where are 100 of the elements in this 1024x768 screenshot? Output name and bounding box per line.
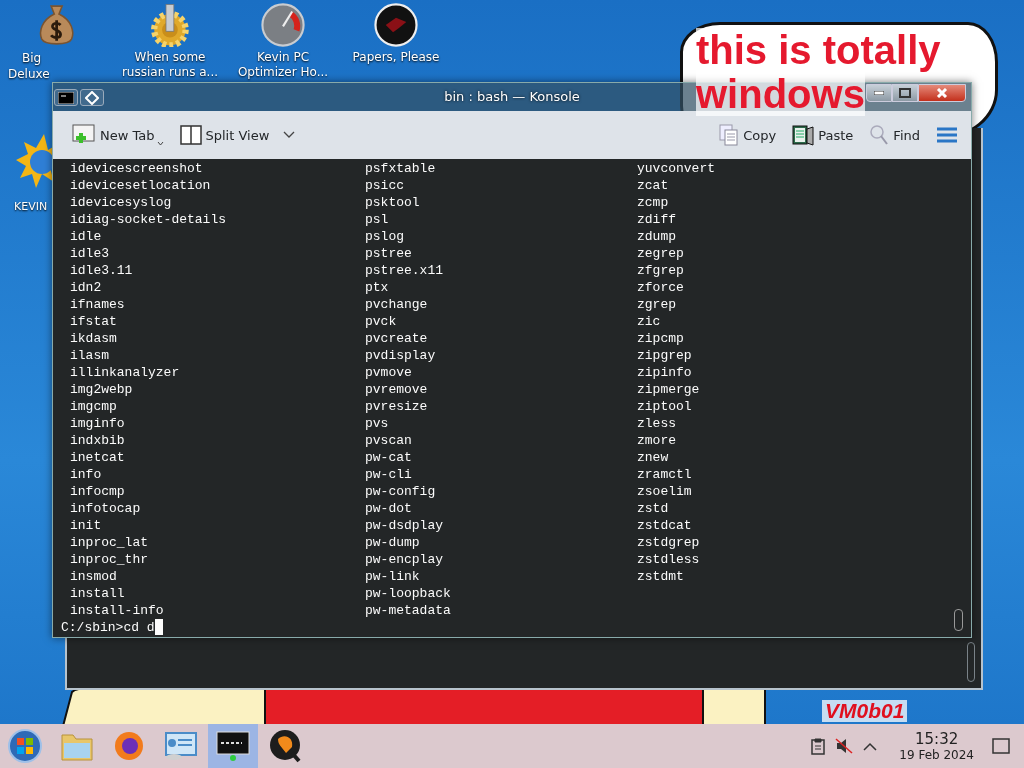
muted-speaker-icon[interactable] [835,738,854,754]
terminal-text: znew [637,449,670,466]
terminal-text: psicc [365,177,405,194]
copy-button[interactable]: Copy [716,120,780,150]
terminal-text: ziptool [637,398,693,415]
terminal-text: pw-dsdplay [365,517,444,534]
terminal-text: zcat [637,177,670,194]
terminal-text: pw-dump [365,534,421,551]
terminal-text: illinkanalyzer [70,364,181,381]
terminal-text: zramctl [637,466,693,483]
terminal-text: pw-link [365,568,421,585]
paste-icon [792,124,815,146]
terminal-text: insmod [70,568,118,585]
desktop-icon-label[interactable]: Papers, Please [352,50,440,65]
terminal-text: imginfo [70,415,126,432]
desktop-icon-label[interactable]: Big Deluxe [8,50,50,82]
terminal-text: pvchange [365,296,429,313]
terminal-text: zdump [637,228,677,245]
close-icon [936,88,948,98]
split-view-button[interactable]: Split View [176,121,299,149]
terminal-text: infotocap [70,500,142,517]
copy-icon [719,124,740,146]
terminal-text: zmore [637,432,677,449]
gauge-icon [261,3,305,47]
scrollbar[interactable] [954,609,963,631]
terminal-text: pvremove [365,381,429,398]
caret-up-icon[interactable] [863,741,878,751]
command-prompt: C:/sbin>cd d [61,619,155,636]
terminal-text: pw-cli [365,466,413,483]
terminal-text: ptx [365,279,390,296]
terminal-text: ifstat [70,313,118,330]
terminal-text: pvcreate [365,330,429,347]
terminal-text: img2webp [70,381,134,398]
terminal-text: ikdasm [70,330,118,347]
terminal-text: zforce [637,279,685,296]
terminal-text: pw-encplay [365,551,444,568]
clock[interactable]: 15:32 19 Feb 2024 [899,730,974,762]
diamond-icon [85,90,99,105]
terminal-text: zipmerge [637,381,701,398]
bubble-text: this is totally [696,28,941,72]
terminal-text: idiag-socket-details [70,211,228,228]
terminal-text: zic [637,313,662,330]
terminal-text: pvs [365,415,390,432]
terminal-text: zgrep [637,296,677,313]
desktop-icon-label[interactable]: When some russian runs a... [121,50,219,80]
search-icon [869,124,890,146]
terminal-text: pw-loopback [365,585,452,602]
new-tab-button[interactable]: New Tab [69,120,167,150]
taskbar-app[interactable] [208,724,258,768]
browser-icon [114,731,144,761]
new-tab-icon [72,124,96,146]
terminal-text: pvdisplay [365,347,437,364]
terminal-text: zcmp [637,194,670,211]
terminal-text: info [70,466,103,483]
terminal-text: idevicesetlocation [70,177,212,194]
terminal-text: install [70,585,126,602]
desktop-icon-label[interactable]: KEVIN [14,198,48,215]
terminal-text: pvscan [365,432,413,449]
minimize-icon [874,91,884,95]
terminal-text: idevicescreenshot [70,160,204,177]
menu-icon [936,126,958,144]
terminal-text: idle [70,228,103,245]
terminal-text: infocmp [70,483,126,500]
terminal-text: zfgrep [637,262,685,279]
terminal-text: pstree [365,245,413,262]
folder-icon [61,731,93,761]
terminal-text: pvmove [365,364,413,381]
close-button[interactable] [918,84,966,102]
desktop-icon-label[interactable]: Kevin PC Optimizer Ho... [237,50,329,80]
torrent-client-icon [268,729,302,763]
terminal-text: zstdmt [637,568,685,585]
terminal-text: idn2 [70,279,103,296]
terminal-icon [216,731,250,761]
clipboard-icon[interactable] [811,737,826,755]
find-button[interactable]: Find [866,120,923,150]
terminal-text: zsoelim [637,483,693,500]
terminal-text: pw-dot [365,500,413,517]
terminal-text: pvck [365,313,398,330]
pin-button[interactable] [80,89,104,106]
terminal-text: zstdcat [637,517,693,534]
wallpaper-text: VM0b01 [822,700,908,722]
terminal-text: pslog [365,228,405,245]
window-menu-button[interactable] [54,89,78,106]
window-title: bin : bash — Konsole [444,89,580,104]
control-panel-icon [164,731,198,761]
terminal-text: zstdgrep [637,534,701,551]
text-cursor [154,619,163,635]
terminal-text: idle3 [70,245,110,262]
maximize-button[interactable] [892,84,918,102]
paste-button[interactable]: Paste [789,120,857,150]
show-desktop-icon[interactable] [992,738,1010,754]
maximize-icon [899,88,911,98]
terminal-text: inproc_thr [70,551,149,568]
terminal-text: pw-cat [365,449,413,466]
terminal-text: idevicesyslog [70,194,173,211]
terminal-text: pstree.x11 [365,262,444,279]
terminal-text: zstdless [637,551,701,568]
terminal-text: idle3.11 [70,262,134,279]
terminal-text: ifnames [70,296,126,313]
terminal-text: psfxtable [365,160,437,177]
